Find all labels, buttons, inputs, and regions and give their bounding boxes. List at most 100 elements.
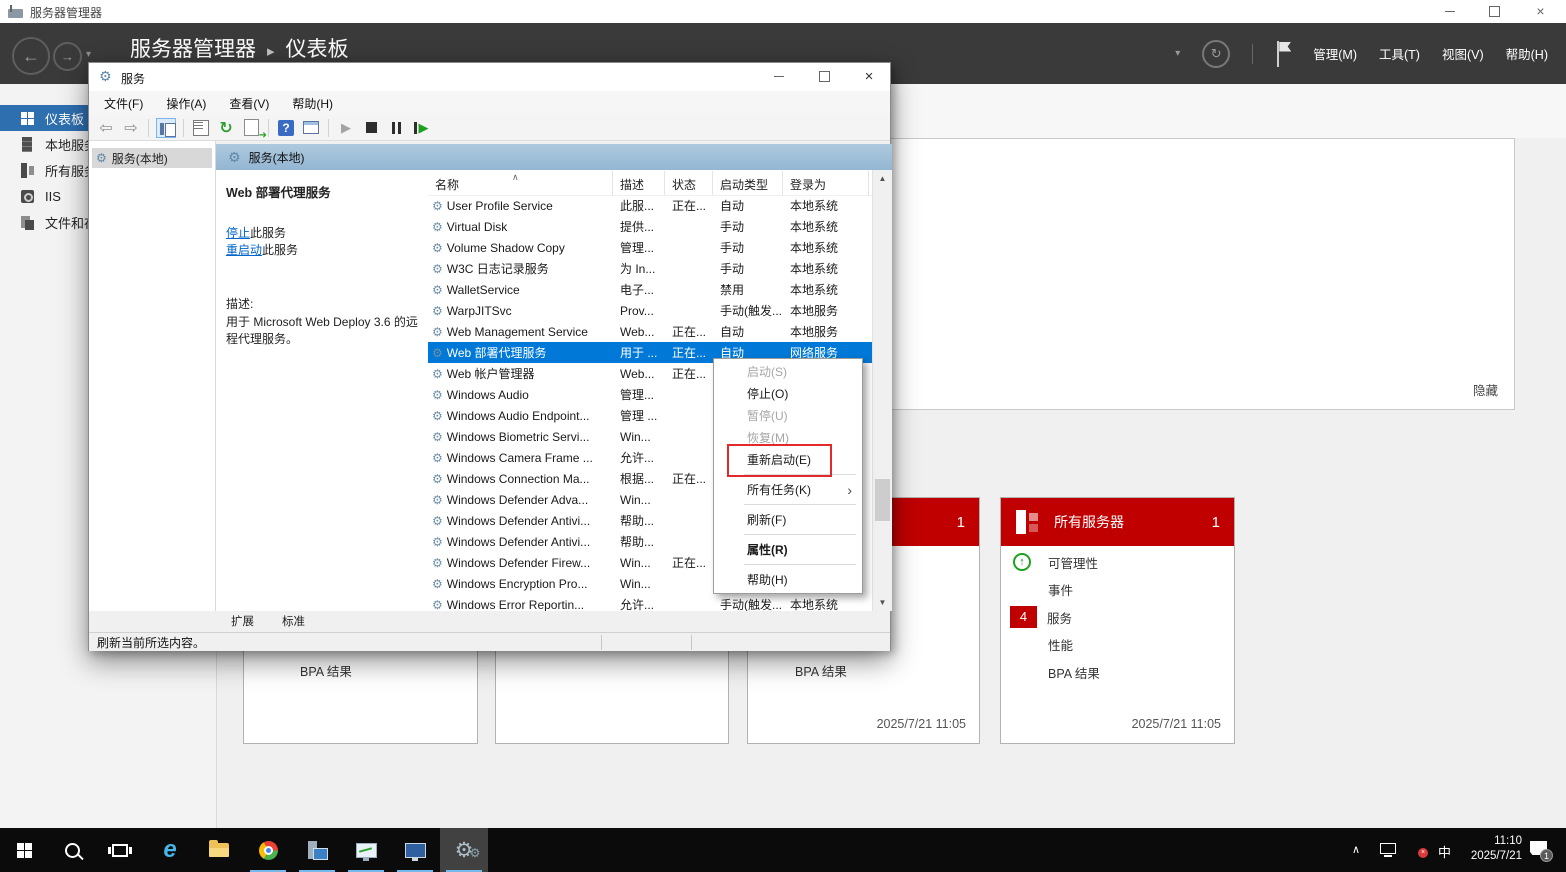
notifications-flag-icon[interactable]: [1275, 41, 1291, 67]
forward-button[interactable]: →: [53, 42, 82, 71]
export-list-icon[interactable]: [244, 119, 259, 136]
server-manager-taskbar-button[interactable]: [293, 828, 341, 872]
close-button[interactable]: ×: [1518, 0, 1563, 22]
context-menu-item[interactable]: 帮助(H): [714, 569, 862, 591]
services-maximize-button[interactable]: [807, 63, 841, 90]
service-row[interactable]: ⚙User Profile Service 此服... 正在... 自动 本地系…: [428, 195, 872, 216]
tile-row-link[interactable]: 事件: [1001, 578, 1234, 602]
menu-help[interactable]: 帮助(H): [1506, 44, 1548, 63]
service-row[interactable]: ⚙Volume Shadow Copy 管理... 手动 本地系统: [428, 237, 872, 258]
ie-taskbar-button[interactable]: e: [146, 828, 194, 872]
refresh-icon[interactable]: ↻: [216, 118, 236, 138]
services-toolbar: ⇦ ⇨ ↻ ? ▶: [89, 115, 890, 141]
maximize-button[interactable]: [1472, 0, 1517, 22]
forward-icon[interactable]: ⇨: [121, 118, 141, 138]
back-button[interactable]: ←: [12, 37, 50, 75]
pause-service-icon[interactable]: [386, 118, 406, 138]
context-menu-item[interactable]: 启动(S): [714, 361, 862, 383]
help-icon[interactable]: ?: [278, 120, 294, 136]
scroll-up-icon[interactable]: ▲: [873, 170, 892, 187]
service-name: Web 部署代理服务: [447, 344, 547, 361]
refresh-icon[interactable]: ↻: [1202, 40, 1230, 68]
back-icon[interactable]: ⇦: [96, 118, 116, 138]
context-menu-item-label: 暂停(U): [747, 409, 788, 423]
restart-service-icon[interactable]: [411, 118, 431, 138]
services-close-button[interactable]: ×: [852, 63, 886, 90]
tab-standard[interactable]: 标准: [270, 611, 317, 631]
hide-welcome-link[interactable]: 隐藏: [1473, 380, 1498, 399]
context-menu-item[interactable]: 停止(O): [714, 383, 862, 405]
show-console-tree-icon[interactable]: [156, 118, 176, 138]
file-explorer-button[interactable]: [195, 828, 243, 872]
menu-manage[interactable]: 管理(M): [1313, 44, 1357, 63]
tile-row-link[interactable]: 性能: [1001, 633, 1234, 657]
refresh-dropdown-caret-icon[interactable]: ▾: [1175, 48, 1180, 59]
service-name: WalletService: [447, 283, 520, 297]
task-view-button[interactable]: [96, 828, 144, 872]
menu-action[interactable]: 操作(A): [166, 95, 206, 112]
menu-view[interactable]: 视图(V): [1442, 44, 1484, 63]
start-service-icon[interactable]: ▶: [336, 118, 356, 138]
context-menu-item[interactable]: [744, 504, 856, 505]
tile-row-link[interactable]: 可管理性: [1001, 550, 1234, 574]
console-tree-pane: ⚙ 服务(本地): [89, 141, 216, 611]
menu-view[interactable]: 查看(V): [229, 95, 269, 112]
tile3-bpa-results-link[interactable]: BPA 结果: [795, 661, 847, 680]
menu-file[interactable]: 文件(F): [104, 95, 143, 112]
context-menu-item[interactable]: [744, 534, 856, 535]
stop-service-link[interactable]: 停止: [226, 226, 250, 240]
nav-dropdown-caret-icon[interactable]: ▾: [86, 49, 91, 60]
scroll-down-icon[interactable]: ▼: [873, 594, 892, 611]
vertical-scrollbar[interactable]: ▲ ▼: [872, 170, 892, 611]
chrome-taskbar-button[interactable]: [244, 828, 292, 872]
search-button[interactable]: [48, 828, 96, 872]
menu-tools[interactable]: 工具(T): [1379, 44, 1420, 63]
tab-extended[interactable]: 扩展: [219, 611, 266, 631]
context-menu-item[interactable]: [744, 564, 856, 565]
minimize-button[interactable]: [1427, 0, 1472, 22]
tree-item-services-local[interactable]: ⚙ 服务(本地): [92, 148, 212, 168]
performance-monitor-taskbar-button[interactable]: [342, 828, 390, 872]
service-row[interactable]: ⚙Web Management Service Web... 正在... 自动 …: [428, 321, 872, 342]
volume-muted-icon[interactable]: ×: [1408, 842, 1424, 855]
ime-indicator[interactable]: 中: [1438, 842, 1451, 861]
scrollbar-thumb[interactable]: [875, 479, 890, 521]
service-row[interactable]: ⚙Virtual Disk 提供... 手动 本地系统: [428, 216, 872, 237]
service-row[interactable]: ⚙Windows Error Reportin... 允许... 手动(触发..…: [428, 594, 872, 611]
remote-desktop-taskbar-button[interactable]: [391, 828, 439, 872]
service-row[interactable]: ⚙WarpJITSvc Prov... 手动(触发... 本地服务: [428, 300, 872, 321]
column-header-startup-type[interactable]: 启动类型: [713, 171, 783, 195]
tile-row-link[interactable]: 4 服务: [1001, 605, 1234, 629]
tile1-bpa-results-link[interactable]: BPA 结果: [300, 661, 352, 680]
context-menu-item[interactable]: 所有任务(K) ›: [714, 479, 862, 501]
services-taskbar-button[interactable]: ⚙: [440, 828, 488, 872]
properties-icon[interactable]: [193, 120, 209, 136]
show-action-pane-icon[interactable]: [303, 121, 319, 134]
services-minimize-button[interactable]: [762, 63, 796, 90]
taskbar-clock[interactable]: 11:10 2025/7/21: [1454, 834, 1522, 864]
service-row[interactable]: ⚙W3C 日志记录服务 为 In... 手动 本地系统: [428, 258, 872, 279]
context-menu-item[interactable]: 暂停(U): [714, 405, 862, 427]
breadcrumb-root[interactable]: 服务器管理器: [130, 38, 256, 61]
server-manager-icon: [307, 841, 327, 859]
network-icon[interactable]: [1380, 843, 1396, 854]
context-menu-item[interactable]: 刷新(F): [714, 509, 862, 531]
tile-row-link[interactable]: BPA 结果: [1001, 660, 1234, 684]
service-row[interactable]: ⚙WalletService 电子... 禁用 本地系统: [428, 279, 872, 300]
service-description: 帮助...: [613, 512, 665, 529]
services-titlebar[interactable]: ⚙ 服务 ×: [89, 63, 890, 91]
context-menu-item[interactable]: 属性(R): [714, 539, 862, 561]
menu-help[interactable]: 帮助(H): [292, 95, 333, 112]
column-header-status[interactable]: 状态: [665, 171, 713, 195]
column-header-logon-as[interactable]: 登录为: [783, 171, 869, 195]
start-button[interactable]: [0, 828, 48, 872]
all-servers-tile-header[interactable]: 所有服务器: [1001, 498, 1234, 546]
services-gear-icon: ⚙: [99, 68, 112, 85]
stop-service-icon[interactable]: [361, 118, 381, 138]
restart-service-link[interactable]: 重启动: [226, 243, 262, 257]
breadcrumb-current[interactable]: 仪表板: [286, 38, 349, 61]
tray-chevron-icon[interactable]: ∧: [1352, 843, 1360, 856]
service-logon-as: 本地服务: [783, 302, 869, 319]
column-header-name[interactable]: 名称∧: [428, 171, 613, 195]
column-header-description[interactable]: 描述: [613, 171, 665, 195]
